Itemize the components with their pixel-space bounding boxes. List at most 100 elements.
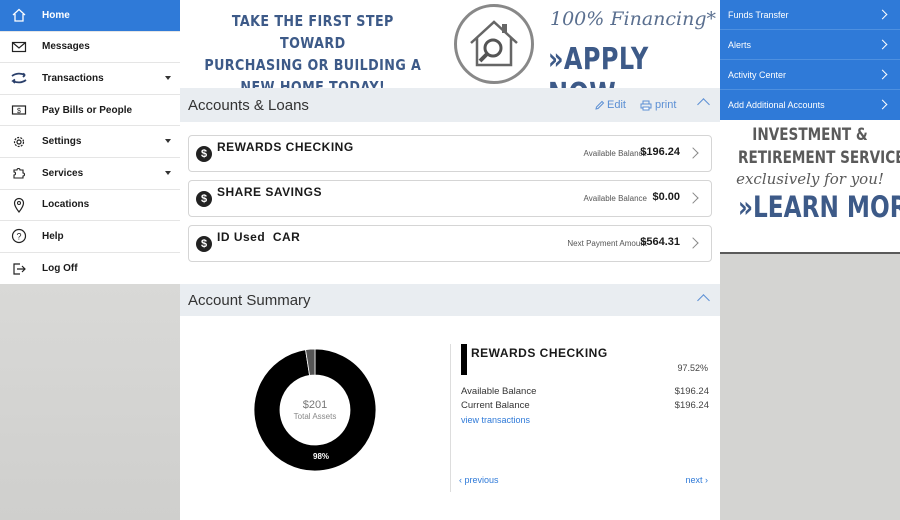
pencil-icon (595, 100, 605, 110)
quick-link-alerts[interactable]: Alerts (720, 30, 900, 60)
quick-link-label: Alerts (728, 39, 752, 50)
quick-link-add-accounts[interactable]: Add Additional Accounts (720, 90, 900, 120)
sidebar-item-label: Services (42, 167, 84, 179)
quick-link-label: Funds Transfer (728, 9, 789, 20)
investment-services-ad[interactable]: INVESTMENT & RETIREMENT SERVICES exclusi… (720, 120, 900, 254)
sidebar-item-transactions[interactable]: Transactions (0, 63, 180, 95)
sidebar-item-settings[interactable]: Settings (0, 126, 180, 158)
panel-title: Accounts & Loans (188, 96, 309, 114)
view-transactions-link[interactable]: view transactions (461, 415, 530, 425)
account-card-used-car[interactable]: $ ID Used CAR Next Payment Amount $564.3… (188, 225, 712, 262)
summary-panel-header: Account Summary (180, 284, 720, 316)
sidebar-item-services[interactable]: Services (0, 158, 180, 190)
transfer-arrows-icon (10, 69, 28, 87)
envelope-icon (10, 38, 28, 56)
panel-title: Account Summary (188, 291, 311, 309)
svg-text:$: $ (17, 108, 21, 115)
sidebar-item-label: Settings (42, 136, 82, 148)
account-name: REWARDS CHECKING (217, 140, 354, 154)
available-balance-value: $196.24 (674, 386, 709, 397)
chevron-right-icon (687, 237, 699, 249)
collapse-chevron-icon[interactable] (697, 294, 710, 307)
donut-percent-label: 98% (313, 452, 330, 461)
account-name: SHARE SAVINGS (217, 185, 322, 199)
ad-tagline: exclusively for you! (736, 170, 884, 188)
chevron-right-icon (877, 99, 888, 110)
learn-more-link[interactable]: »LEARN MORE (738, 190, 900, 224)
current-balance-row: Current Balance $196.24 (461, 400, 709, 411)
accounts-panel-header: Accounts & Loans Edit print (180, 88, 720, 122)
sidebar-item-label: Locations (42, 199, 90, 211)
quick-links-menu: Funds Transfer Alerts Activity Center Ad… (720, 0, 900, 120)
help-icon: ? (10, 227, 28, 245)
collapse-chevron-icon[interactable] (697, 98, 710, 111)
sidebar-item-label: Messages (42, 41, 90, 53)
chevron-right-icon (877, 39, 888, 50)
balance-value: $196.24 (640, 146, 680, 158)
dollar-icon: $ (196, 191, 212, 207)
caret-down-icon (165, 76, 171, 81)
chevron-right-icon (687, 147, 699, 159)
summary-divider (450, 344, 451, 492)
sidebar-item-messages[interactable]: Messages (0, 32, 180, 64)
chevron-right-icon (687, 192, 699, 204)
available-balance-row: Available Balance $196.24 (461, 386, 709, 397)
svg-text:?: ? (16, 232, 21, 242)
puzzle-icon (10, 164, 28, 182)
sidebar-item-label: Transactions (42, 72, 104, 84)
accounts-loans-panel: Accounts & Loans Edit print $ REWARDS CH… (180, 88, 720, 284)
balance-value: $0.00 (652, 191, 680, 203)
available-balance-label: Available Balance (461, 386, 537, 397)
caret-down-icon (165, 139, 171, 144)
chevron-right-icon (877, 9, 888, 20)
detail-account-name: REWARDS CHECKING (471, 346, 608, 360)
financing-text: 100% Financing* (550, 8, 717, 30)
quick-link-funds-transfer[interactable]: Funds Transfer (720, 0, 900, 30)
current-balance-value: $196.24 (674, 400, 709, 411)
ad-line: RETIREMENT SERVICES (738, 148, 900, 168)
sidebar-item-pay-bills[interactable]: $ Pay Bills or People (0, 95, 180, 127)
chevron-right-icon (877, 69, 888, 80)
quick-link-label: Add Additional Accounts (728, 100, 825, 110)
next-label: next (685, 475, 703, 485)
banner-headline: TAKE THE FIRST STEP TOWARD PURCHASING OR… (198, 10, 428, 98)
detail-percent: 97.52% (677, 363, 708, 373)
house-search-icon (454, 4, 534, 84)
quick-link-activity-center[interactable]: Activity Center (720, 60, 900, 90)
account-card-share-savings[interactable]: $ SHARE SAVINGS Available Balance $0.00 (188, 180, 712, 217)
current-balance-label: Current Balance (461, 400, 530, 411)
ad-line: INVESTMENT & (752, 125, 868, 145)
logout-icon (10, 260, 28, 278)
home-icon (10, 6, 28, 24)
sidebar-item-locations[interactable]: Locations (0, 190, 180, 222)
next-link[interactable]: next › (685, 475, 708, 485)
sidebar-item-home[interactable]: Home (0, 0, 180, 32)
sidebar-item-label: Help (42, 230, 64, 242)
home-loan-banner[interactable]: TAKE THE FIRST STEP TOWARD PURCHASING OR… (180, 0, 720, 112)
account-name: ID Used CAR (217, 230, 301, 244)
dollar-icon: $ (196, 146, 212, 162)
map-pin-icon (10, 196, 28, 214)
dollar-icon: $ (196, 236, 212, 252)
edit-button[interactable]: Edit (594, 99, 626, 111)
previous-label: previous (464, 475, 499, 485)
sidebar-item-help[interactable]: ? Help (0, 221, 180, 253)
printer-icon (640, 100, 652, 110)
print-label: print (655, 99, 677, 111)
series-color-bar (461, 344, 467, 375)
sidebar-item-label: Pay Bills or People (42, 104, 133, 116)
previous-link[interactable]: ‹ previous (459, 475, 499, 485)
bill-icon: $ (10, 101, 28, 119)
caret-down-icon (165, 170, 171, 175)
left-background (0, 284, 180, 520)
gear-icon (10, 133, 28, 151)
balance-label: Next Payment Amount (567, 239, 647, 248)
account-card-rewards-checking[interactable]: $ REWARDS CHECKING Available Balance $19… (188, 135, 712, 172)
sidebar-item-label: Log Off (42, 263, 78, 275)
sidebar-item-logoff[interactable]: Log Off (0, 253, 180, 285)
edit-label: Edit (607, 99, 626, 111)
balance-label: Available Balance (583, 194, 647, 203)
right-background (720, 254, 900, 520)
balance-value: $564.31 (640, 236, 680, 248)
print-button[interactable]: print (640, 99, 676, 111)
